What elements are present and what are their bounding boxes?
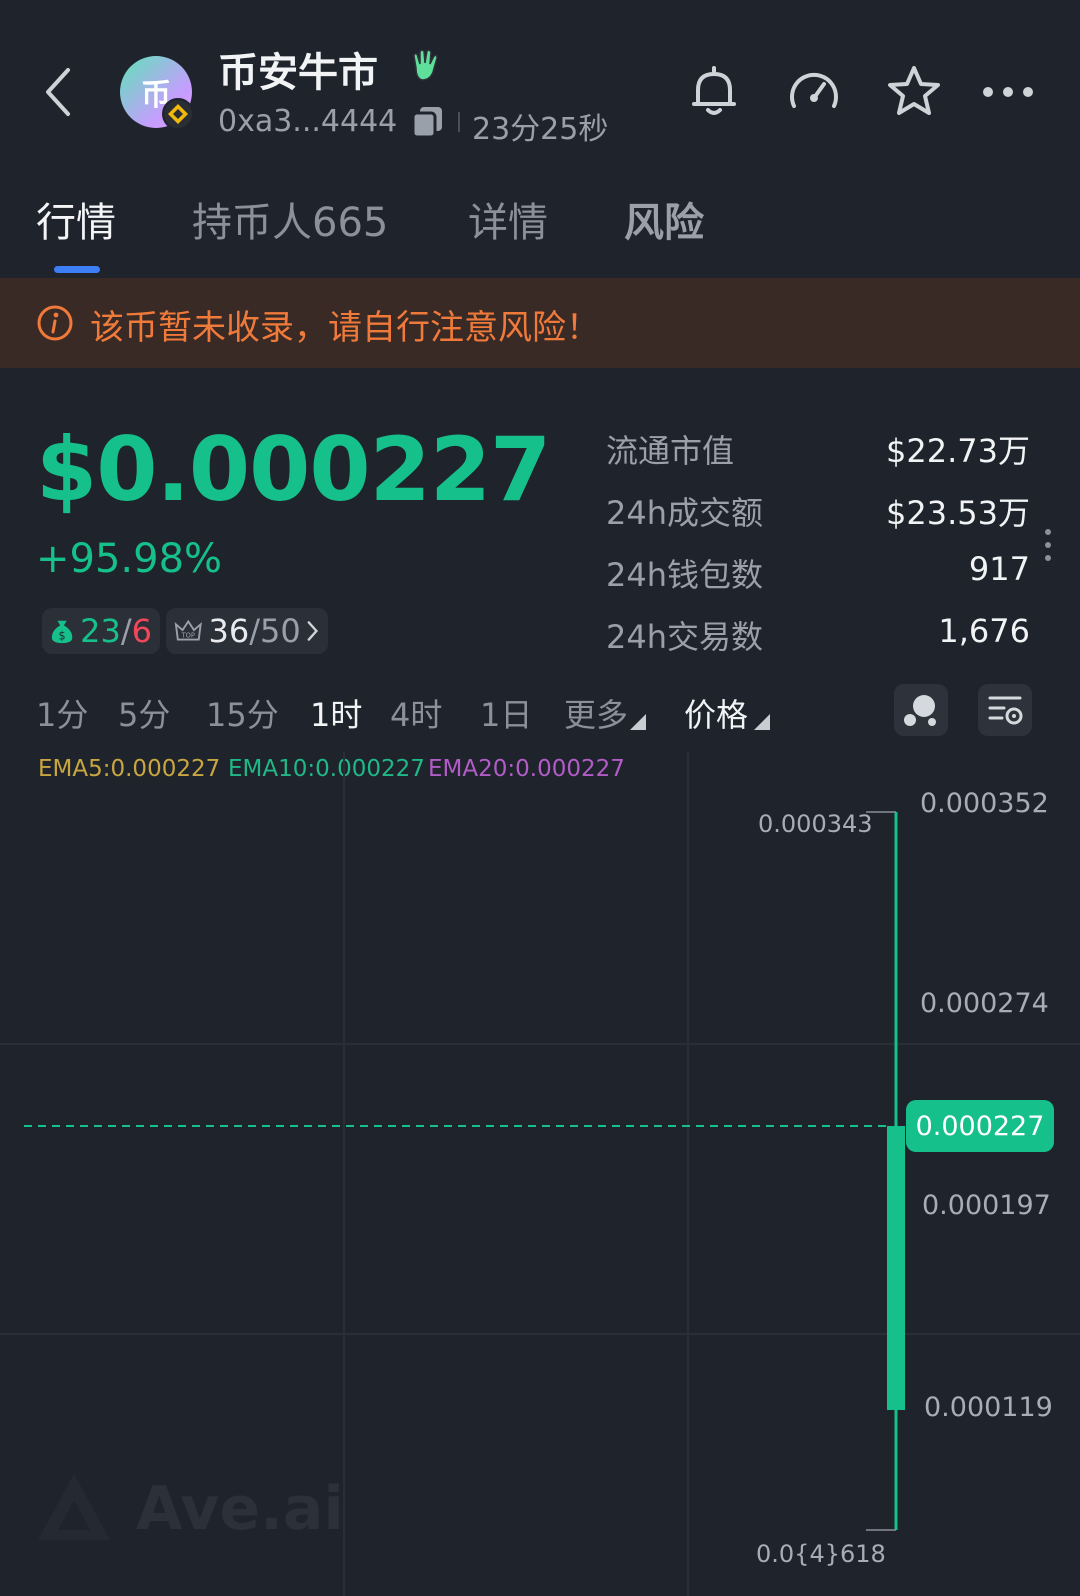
token-name: 币安牛市 <box>218 50 378 96</box>
y-axis-label: 0.000119 <box>924 1392 1053 1423</box>
stat-24h-wallets: 24h钱包数 917 <box>606 550 1030 612</box>
svg-text:$: $ <box>59 629 66 642</box>
smart-buy-count: 23 <box>80 612 121 650</box>
bell-icon[interactable] <box>684 62 744 122</box>
interval-15m[interactable]: 15分 <box>206 690 279 736</box>
interval-1h[interactable]: 1时 <box>310 690 362 736</box>
high-price-label: 0.000343 <box>758 810 873 838</box>
tab-holders[interactable]: 持币人665 <box>192 190 388 248</box>
stat-value: $22.73万 <box>886 432 1030 470</box>
smart-money-chip[interactable]: $ 23/6 <box>42 608 160 654</box>
stat-24h-trades: 24h交易数 1,676 <box>606 612 1030 674</box>
price-dropdown-icon <box>754 714 770 730</box>
crown-icon: TOP <box>174 619 202 641</box>
candle-body <box>887 1126 905 1410</box>
stat-value: 1,676 <box>938 612 1030 650</box>
token-stats: 流通市值 $22.73万 24h成交额 $23.53万 24h钱包数 917 2… <box>606 426 1030 674</box>
more-dropdown-icon <box>630 714 646 730</box>
token-age: 23分25秒 <box>472 112 609 147</box>
info-icon <box>37 305 73 341</box>
tab-details[interactable]: 详情 <box>468 190 548 248</box>
interval-5m[interactable]: 5分 <box>118 690 170 736</box>
current-price-tag: 0.000227 <box>906 1100 1054 1152</box>
tab-risk[interactable]: 风险 <box>624 190 704 248</box>
watermark-text: Ave.ai <box>136 1474 344 1544</box>
interval-1m[interactable]: 1分 <box>36 690 88 736</box>
hand-badge-icon <box>413 49 438 81</box>
indicator-button[interactable] <box>894 684 948 736</box>
more-icon[interactable] <box>978 62 1038 122</box>
y-axis-label: 0.000352 <box>920 788 1049 819</box>
y-axis-label: 0.000197 <box>922 1190 1051 1221</box>
warning-text: 该币暂未收录，请自行注意风险！ <box>90 308 600 348</box>
price-change: +95.98% <box>36 536 223 582</box>
interval-4h[interactable]: 4时 <box>390 690 442 736</box>
bubbles-icon <box>904 695 936 726</box>
y-axis-label: 0.000274 <box>920 988 1049 1019</box>
star-icon[interactable] <box>884 62 944 122</box>
svg-text:TOP: TOP <box>181 632 195 640</box>
current-price: $0.000227 <box>36 418 551 521</box>
price-mode-select[interactable]: 价格 <box>684 690 748 736</box>
stats-more-icon[interactable] <box>1044 528 1052 562</box>
stat-value: $23.53万 <box>886 494 1030 532</box>
tab-indicator <box>54 266 100 273</box>
chevron-right-icon <box>307 621 318 641</box>
token-detail-page: 币 币安牛市 0xa3...4444 23分25秒 行情 持币人665 详情 风… <box>0 0 1080 1596</box>
chip-separator: / <box>120 612 132 650</box>
stat-label: 流通市值 <box>606 432 735 470</box>
separator <box>458 112 460 132</box>
header: 币 币安牛市 0xa3...4444 23分25秒 <box>0 0 1080 170</box>
stat-market-cap: 流通市值 $22.73万 <box>606 426 1030 488</box>
chart-settings-button[interactable] <box>978 684 1032 736</box>
interval-more[interactable]: 更多 <box>564 690 628 736</box>
risk-warning-banner: 该币暂未收录，请自行注意风险！ <box>0 278 1080 368</box>
contract-address: 0xa3...4444 <box>218 104 398 139</box>
stat-value: 917 <box>968 550 1030 588</box>
money-bag-icon: $ <box>51 620 73 644</box>
bnb-chain-icon <box>162 98 194 130</box>
back-icon[interactable] <box>40 62 80 122</box>
top-holders-chip[interactable]: TOP 36/50 <box>166 608 328 654</box>
top-holders-total: /50 <box>249 612 301 650</box>
interval-1d[interactable]: 1日 <box>480 690 532 736</box>
settings-list-icon <box>988 696 1023 725</box>
low-price-label: 0.0{4}618 <box>756 1540 886 1568</box>
copy-icon[interactable] <box>410 104 446 140</box>
stat-label: 24h成交额 <box>606 494 764 532</box>
stat-24h-volume: 24h成交额 $23.53万 <box>606 488 1030 550</box>
speedometer-icon[interactable] <box>784 62 844 122</box>
tab-market[interactable]: 行情 <box>36 190 116 248</box>
tab-bar: 行情 持币人665 详情 风险 <box>0 190 1080 278</box>
stat-label: 24h交易数 <box>606 618 764 656</box>
stat-label: 24h钱包数 <box>606 556 764 594</box>
smart-sell-count: 6 <box>131 612 152 650</box>
top-holders-count: 36 <box>208 612 250 650</box>
